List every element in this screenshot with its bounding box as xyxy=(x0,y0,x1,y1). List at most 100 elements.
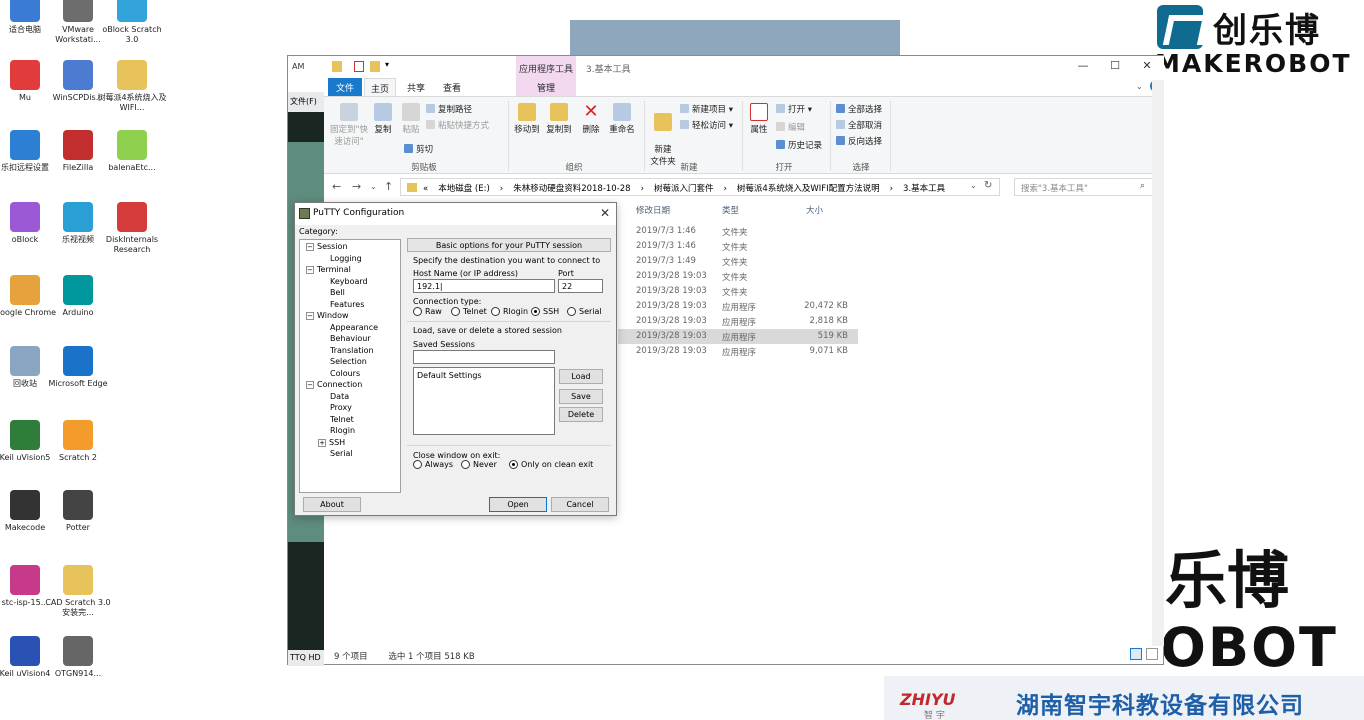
desktop-icon[interactable]: balenaEtc... xyxy=(96,130,168,173)
desktop-icon[interactable]: 树莓派4系统烧入及WIFI... xyxy=(96,60,168,113)
tree-item-colours[interactable]: Colours xyxy=(330,369,360,378)
rename-button[interactable]: 重命名 xyxy=(606,103,638,135)
file-row[interactable]: 2019/7/3 1:49 文件夹 xyxy=(618,254,858,269)
collapse-icon[interactable]: − xyxy=(306,312,314,320)
radio-always[interactable]: Always xyxy=(413,460,453,469)
desktop-icon[interactable]: oBlock Scratch 3.0 xyxy=(96,0,168,45)
breadcrumb-item[interactable]: 树莓派入门套件 xyxy=(654,184,714,194)
desktop-icon[interactable]: DiskInternals Research xyxy=(96,202,168,255)
tree-item-ssh[interactable]: + SSH xyxy=(318,438,345,447)
collapse-icon[interactable]: − xyxy=(306,381,314,389)
radio-serial[interactable]: Serial xyxy=(567,307,602,316)
file-row[interactable]: 2019/3/28 19:03 文件夹 xyxy=(618,284,858,299)
tree-item-session[interactable]: − Session xyxy=(306,242,348,251)
tree-item-features[interactable]: Features xyxy=(330,300,364,309)
collapse-icon[interactable]: − xyxy=(306,243,314,251)
move-to-button[interactable]: 移动到 xyxy=(512,103,542,135)
tree-item-data[interactable]: Data xyxy=(330,392,349,401)
expand-icon[interactable]: + xyxy=(318,438,326,447)
tab-share[interactable]: 共享 xyxy=(400,78,432,96)
file-row[interactable]: 2019/3/28 19:03 文件夹 xyxy=(618,269,858,284)
details-view-icon[interactable] xyxy=(1130,648,1142,660)
desktop-icon[interactable]: Potter xyxy=(42,490,114,533)
address-dropdown-icon[interactable]: ⌄ xyxy=(970,181,977,190)
invert-selection-button[interactable]: 反向选择 xyxy=(836,135,882,147)
cut-button[interactable]: 剪切 xyxy=(404,143,433,155)
radio-raw[interactable]: Raw xyxy=(413,307,442,316)
breadcrumb-separator[interactable]: › xyxy=(500,184,503,194)
radio-only-on-clean-exit[interactable]: Only on clean exit xyxy=(509,460,593,469)
recent-dropdown-icon[interactable]: ⌄ xyxy=(370,182,377,191)
breadcrumb-separator[interactable]: › xyxy=(641,184,644,194)
search-icon[interactable]: ⌕ xyxy=(1140,181,1145,191)
desktop-icon[interactable]: OTGN914... xyxy=(42,636,114,679)
new-item-button[interactable]: 新建项目 ▾ xyxy=(680,103,733,115)
file-row[interactable]: 2019/3/28 19:03 应用程序 9,071 KB xyxy=(618,344,858,359)
up-arrow-icon[interactable]: ↑ xyxy=(384,180,393,193)
paste-shortcut-button[interactable]: 粘贴快捷方式 xyxy=(426,119,489,131)
copy-path-button[interactable]: 复制路径 xyxy=(426,103,472,115)
context-tab-app-tools[interactable]: 应用程序工具 xyxy=(516,56,576,78)
breadcrumb-separator[interactable]: « xyxy=(423,184,428,194)
session-list[interactable]: Default Settings xyxy=(413,367,555,435)
desktop-icon[interactable]: CAD Scratch 3.0安装完... xyxy=(42,565,114,618)
tree-item-appearance[interactable]: Appearance xyxy=(330,323,378,332)
tiles-view-icon[interactable] xyxy=(1146,648,1158,660)
minimize-button[interactable]: — xyxy=(1068,59,1098,75)
history-button[interactable]: 历史记录 xyxy=(776,139,822,151)
port-input[interactable]: 22 xyxy=(558,279,603,293)
file-row[interactable]: 2019/3/28 19:03 应用程序 20,472 KB xyxy=(618,299,858,314)
radio-never[interactable]: Never xyxy=(461,460,497,469)
select-all-button[interactable]: 全部选择 xyxy=(836,103,882,115)
tree-item-rlogin[interactable]: Rlogin xyxy=(330,426,355,435)
tab-file[interactable]: 文件 xyxy=(328,78,362,96)
tree-item-connection[interactable]: − Connection xyxy=(306,380,362,389)
collapse-icon[interactable]: − xyxy=(306,266,314,274)
easy-access-button[interactable]: 轻松访问 ▾ xyxy=(680,119,733,131)
tree-item-keyboard[interactable]: Keyboard xyxy=(330,277,368,286)
breadcrumb-item[interactable]: 树莓派4系统烧入及WIFI配置方法说明 xyxy=(737,184,880,194)
strip-file-menu[interactable]: 文件(F) xyxy=(288,92,324,112)
refresh-icon[interactable]: ↻ xyxy=(984,180,992,191)
load-button[interactable]: Load xyxy=(559,369,603,384)
new-folder-button[interactable]: 新建 文件夹 xyxy=(648,103,678,167)
putty-close-icon[interactable]: ✕ xyxy=(600,206,610,220)
tree-item-bell[interactable]: Bell xyxy=(330,288,345,297)
breadcrumb-item[interactable]: 朱林移动硬盘资料2018-10-28 xyxy=(513,184,630,194)
tree-item-terminal[interactable]: − Terminal xyxy=(306,265,351,274)
desktop-icon[interactable]: Arduino xyxy=(42,275,114,318)
tab-view[interactable]: 查看 xyxy=(436,78,468,96)
copy-button[interactable]: 复制 xyxy=(370,103,396,135)
cancel-button[interactable]: Cancel xyxy=(551,497,609,512)
breadcrumb-separator[interactable]: › xyxy=(724,184,727,194)
desktop-icon[interactable]: Microsoft Edge xyxy=(42,346,114,389)
tree-item-proxy[interactable]: Proxy xyxy=(330,403,352,412)
select-none-button[interactable]: 全部取消 xyxy=(836,119,882,131)
tree-item-logging[interactable]: Logging xyxy=(330,254,362,263)
tree-item-selection[interactable]: Selection xyxy=(330,357,367,366)
edit-button[interactable]: 编辑 xyxy=(776,121,805,133)
desktop-icon[interactable]: Scratch 2 xyxy=(42,420,114,463)
forward-arrow-icon[interactable]: → xyxy=(352,180,361,193)
file-row[interactable]: 2019/7/3 1:46 文件夹 xyxy=(618,224,858,239)
save-button[interactable]: Save xyxy=(559,389,603,404)
tab-home[interactable]: 主页 xyxy=(364,78,396,96)
radio-ssh[interactable]: SSH xyxy=(531,307,559,316)
radio-rlogin[interactable]: Rlogin xyxy=(491,307,528,316)
breadcrumb-item[interactable]: 本地磁盘 (E:) xyxy=(438,184,490,194)
open-button[interactable]: Open xyxy=(489,497,547,512)
tree-item-window[interactable]: − Window xyxy=(306,311,349,320)
copy-to-button[interactable]: 复制到 xyxy=(544,103,574,135)
breadcrumb-item[interactable]: 3.基本工具 xyxy=(903,184,945,194)
file-row[interactable]: 2019/3/28 19:03 应用程序 519 KB xyxy=(618,329,858,344)
file-row[interactable]: 2019/7/3 1:46 文件夹 xyxy=(618,239,858,254)
radio-telnet[interactable]: Telnet xyxy=(451,307,487,316)
delete-session-button[interactable]: Delete xyxy=(559,407,603,422)
scrollbar[interactable] xyxy=(1152,80,1164,646)
session-item[interactable]: Default Settings xyxy=(417,371,551,380)
maximize-button[interactable]: ☐ xyxy=(1100,59,1130,75)
back-arrow-icon[interactable]: ← xyxy=(332,180,341,193)
close-button[interactable]: ✕ xyxy=(1132,59,1162,75)
tree-item-behaviour[interactable]: Behaviour xyxy=(330,334,371,343)
new-folder-quick-icon[interactable] xyxy=(370,61,380,72)
